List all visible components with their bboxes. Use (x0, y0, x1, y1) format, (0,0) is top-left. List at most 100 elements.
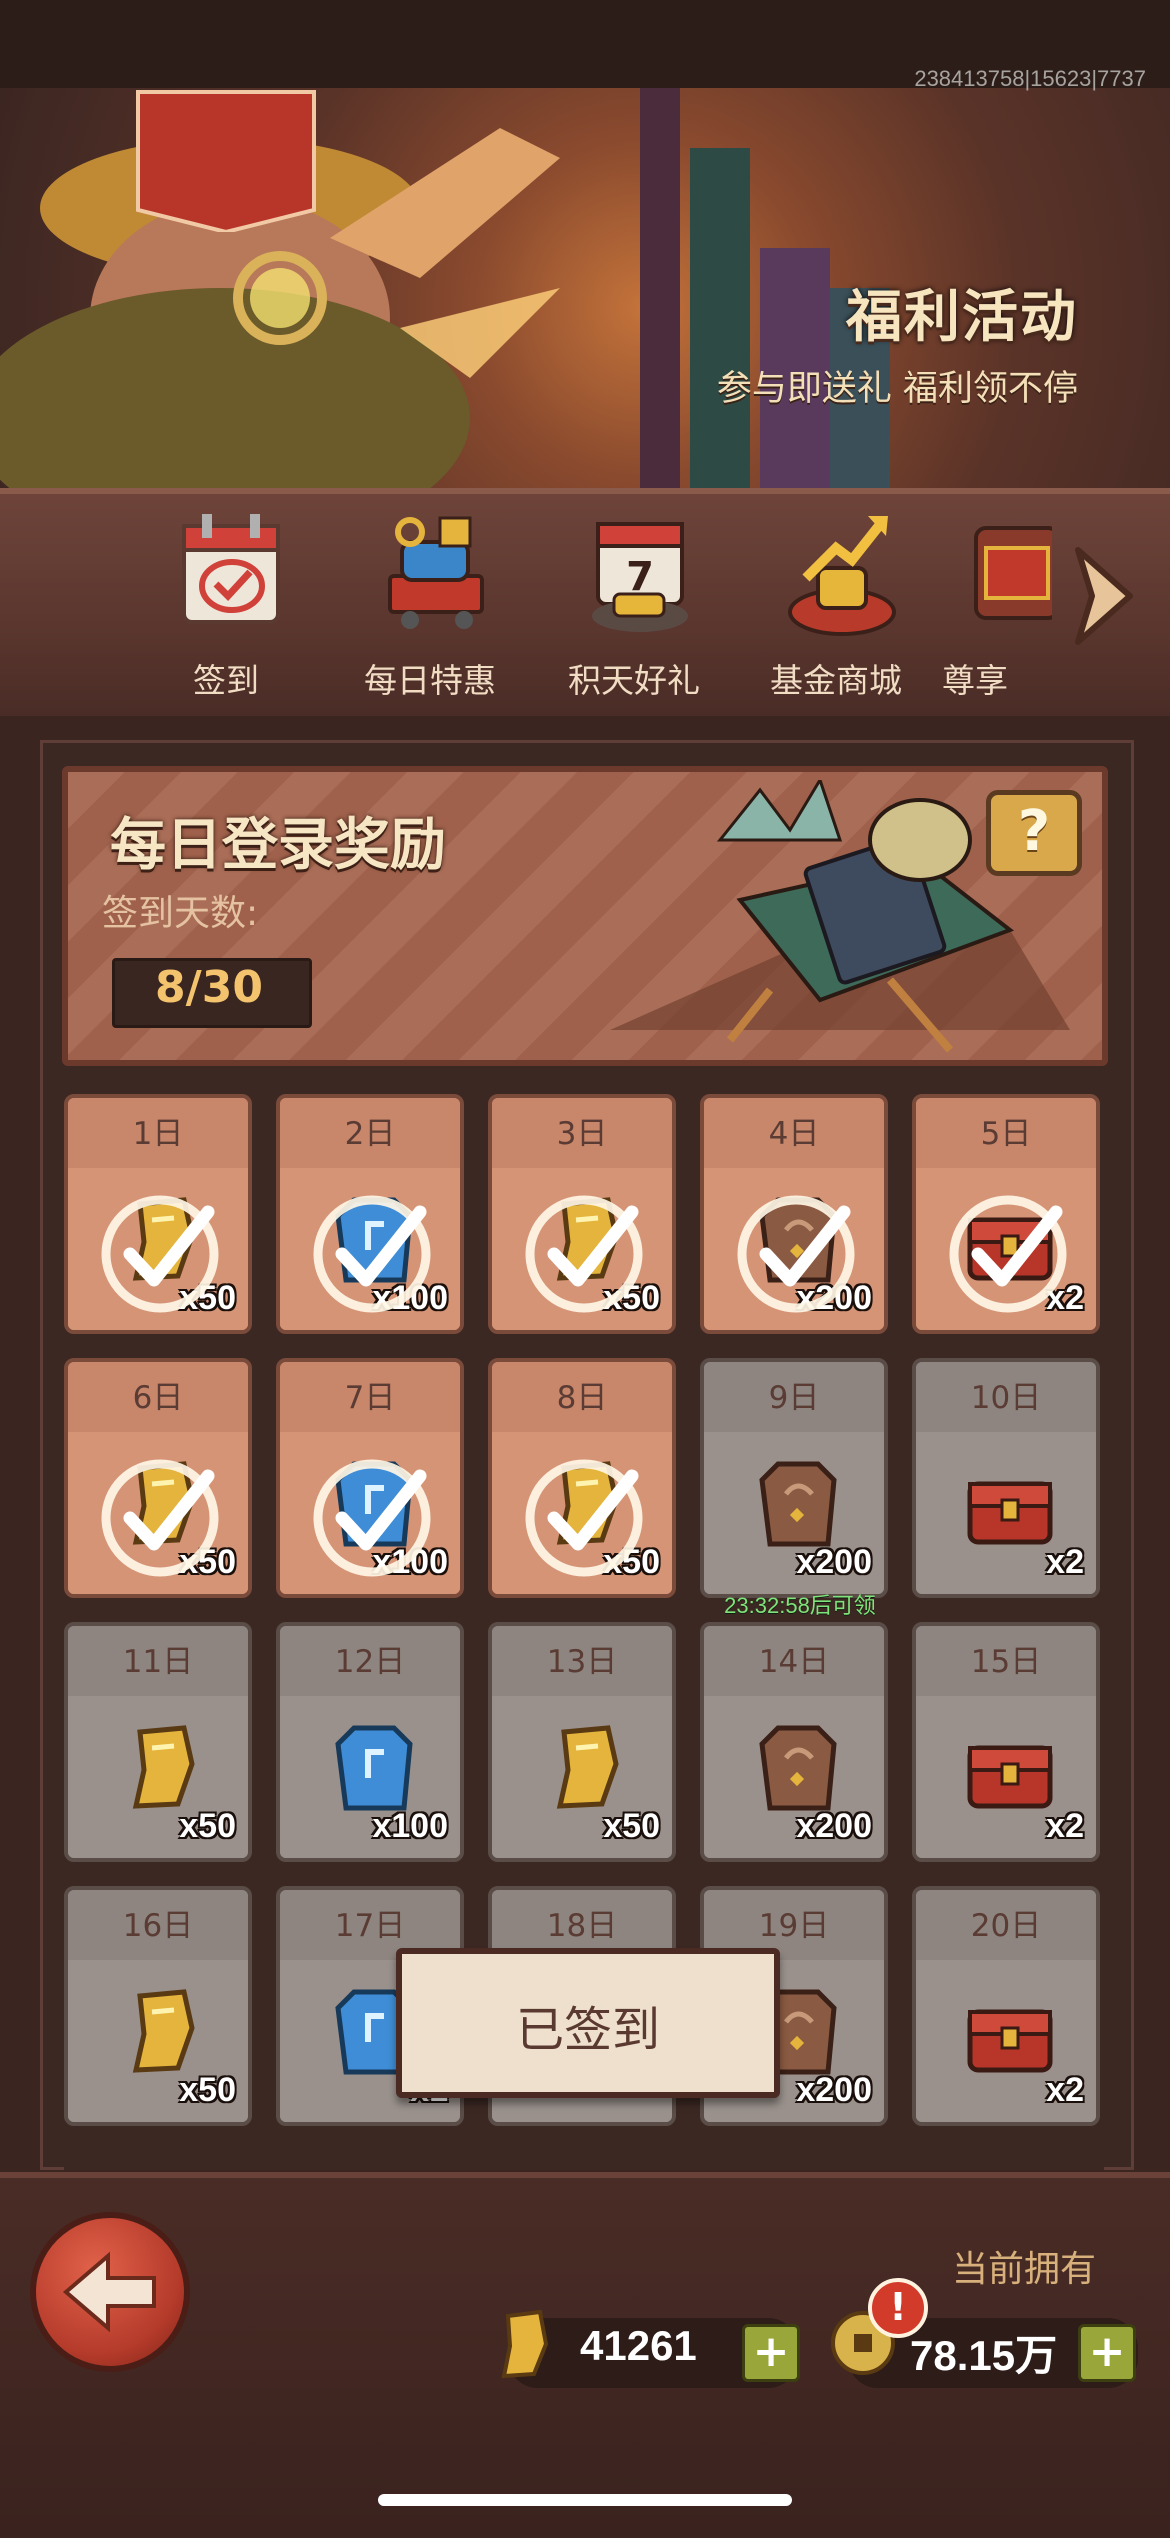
gold-ingot-value: 41261 (580, 2322, 697, 2369)
claimed-check-icon (737, 1195, 855, 1313)
reward-cell[interactable]: 2日 x100 (276, 1094, 464, 1334)
tab-label: 积天好礼 (568, 661, 700, 700)
gold-ingot-icon (556, 1725, 619, 1809)
reward-day-label: 16日 (122, 1908, 194, 1944)
reward-quantity: x2 (1046, 1543, 1084, 1581)
banner-title: 福利活动 (846, 285, 1078, 350)
back-arrow-icon (62, 2251, 156, 2333)
reward-day-label: 5日 (980, 1116, 1032, 1152)
red-chest-icon (967, 1745, 1053, 1809)
bronze-stone-icon (759, 1725, 837, 1811)
reward-day-label: 13日 (546, 1644, 618, 1680)
reward-cell[interactable]: 16日 x50 (64, 1886, 252, 2126)
reward-cell[interactable]: 8日 x50 (488, 1358, 676, 1598)
owned-label: 当前拥有 (952, 2249, 1097, 2290)
reward-day-label: 14日 (758, 1644, 830, 1680)
reward-quantity: x200 (796, 1807, 872, 1845)
reward-day-label: 18日 (546, 1908, 618, 1944)
reward-cell[interactable]: 7日 x100 (276, 1358, 464, 1598)
treasure-cart-icon (388, 516, 484, 629)
reward-cell[interactable]: 14日 x200 (700, 1622, 888, 1862)
toast-message: 已签到 (515, 2002, 660, 2058)
bronze-stone-icon (759, 1461, 837, 1547)
reward-day-label: 8日 (556, 1380, 608, 1416)
claimed-check-icon (101, 1195, 219, 1313)
claimed-check-icon (525, 1195, 643, 1313)
user-id-readout: 238413758|15623|7737 (914, 66, 1146, 91)
reward-cell[interactable]: 1日 x50 (64, 1094, 252, 1334)
add-coin-button[interactable]: + (1078, 2324, 1136, 2382)
reward-day-label: 4日 (768, 1116, 820, 1152)
back-button[interactable] (30, 2212, 190, 2372)
reward-day-label: 10日 (970, 1380, 1042, 1416)
reward-cell[interactable]: 9日 x200 (700, 1358, 888, 1598)
reward-day-label: 2日 (344, 1116, 396, 1152)
reward-quantity: x200 (796, 1543, 872, 1581)
reward-quantity: x50 (179, 2071, 236, 2109)
tab-label: 尊享 (942, 661, 1008, 700)
claimed-check-icon (525, 1459, 643, 1577)
reward-quantity: x2 (1046, 2071, 1084, 2109)
banner-subtitle: 参与即送礼 福利领不停 (716, 369, 1078, 409)
reward-day-label: 3日 (556, 1116, 608, 1152)
tab-label: 基金商城 (770, 661, 902, 700)
coin-value: 78.15万 (910, 2332, 1058, 2379)
claimed-check-icon (313, 1195, 431, 1313)
reward-day-label: 17日 (334, 1908, 406, 1944)
tab-vip[interactable]: 尊享 (922, 488, 1052, 716)
reward-quantity: x100 (372, 1807, 448, 1845)
reward-cell[interactable]: 12日 x100 (276, 1622, 464, 1862)
reward-cell[interactable]: 11日 x50 (64, 1622, 252, 1862)
add-gold-button[interactable]: + (742, 2324, 800, 2382)
login-reward-title: 每日登录奖励 (110, 813, 446, 878)
calendar-gold-icon: 7 (592, 522, 688, 632)
reward-cell[interactable]: 15日 x2 (912, 1622, 1100, 1862)
red-chest-icon (967, 2009, 1053, 2073)
blue-stone-icon (335, 1725, 413, 1811)
gold-ingot-icon (501, 2309, 549, 2379)
reward-day-label: 9日 (768, 1380, 820, 1416)
tab-fund-mall[interactable]: 基金商城 (736, 488, 936, 716)
reward-cell[interactable]: 5日 x2 (912, 1094, 1100, 1334)
reward-day-label: 7日 (344, 1380, 396, 1416)
reward-quantity: x2 (1046, 1807, 1084, 1845)
tab-active-ribbon (136, 90, 316, 232)
reward-cell[interactable]: 4日 x200 (700, 1094, 888, 1334)
tab-daily-deals[interactable]: 每日特惠 (330, 488, 530, 716)
reward-day-label: 1日 (132, 1116, 184, 1152)
vip-gift-icon (974, 526, 1052, 620)
claimed-check-icon (949, 1195, 1067, 1313)
reward-day-label: 6日 (132, 1380, 184, 1416)
claim-countdown: 23:32:58后可领 (724, 1593, 876, 1618)
fund-growth-icon (788, 516, 896, 636)
gold-ingot-icon (132, 1725, 195, 1809)
chevron-right-icon[interactable] (1064, 540, 1144, 652)
gold-ingot-icon (132, 1989, 195, 2073)
claimed-check-icon (101, 1459, 219, 1577)
reward-day-label: 20日 (970, 1908, 1042, 1944)
tab-accumulated-gifts[interactable]: 7 积天好礼 (534, 488, 734, 716)
calendar-check-icon (182, 514, 280, 624)
checkin-days-label: 签到天数: (102, 893, 259, 934)
tab-label: 签到 (193, 661, 259, 700)
reward-quantity: x50 (179, 1807, 236, 1845)
reward-day-label: 12日 (334, 1644, 406, 1680)
reward-day-label: 15日 (970, 1644, 1042, 1680)
claimed-check-icon (313, 1459, 431, 1577)
checkin-days-value: 8/30 (155, 962, 263, 1013)
tab-checkin[interactable]: 签到 (126, 488, 326, 716)
reward-quantity: x50 (603, 1807, 660, 1845)
grid-scroll-edge (64, 2148, 1104, 2170)
reward-cell[interactable]: 13日 x50 (488, 1622, 676, 1862)
help-button[interactable]: ? (986, 790, 1082, 876)
red-chest-icon (967, 1481, 1053, 1545)
home-indicator (378, 2494, 792, 2506)
reward-cell[interactable]: 20日 x2 (912, 1886, 1100, 2126)
reward-quantity: x200 (796, 2071, 872, 2109)
reward-cell[interactable]: 10日 x2 (912, 1358, 1100, 1598)
reward-day-label: 19日 (758, 1908, 830, 1944)
reward-cell[interactable]: 6日 x50 (64, 1358, 252, 1598)
reward-cell[interactable]: 3日 x50 (488, 1094, 676, 1334)
reward-day-label: 11日 (122, 1644, 194, 1680)
tab-label: 每日特惠 (364, 661, 496, 700)
